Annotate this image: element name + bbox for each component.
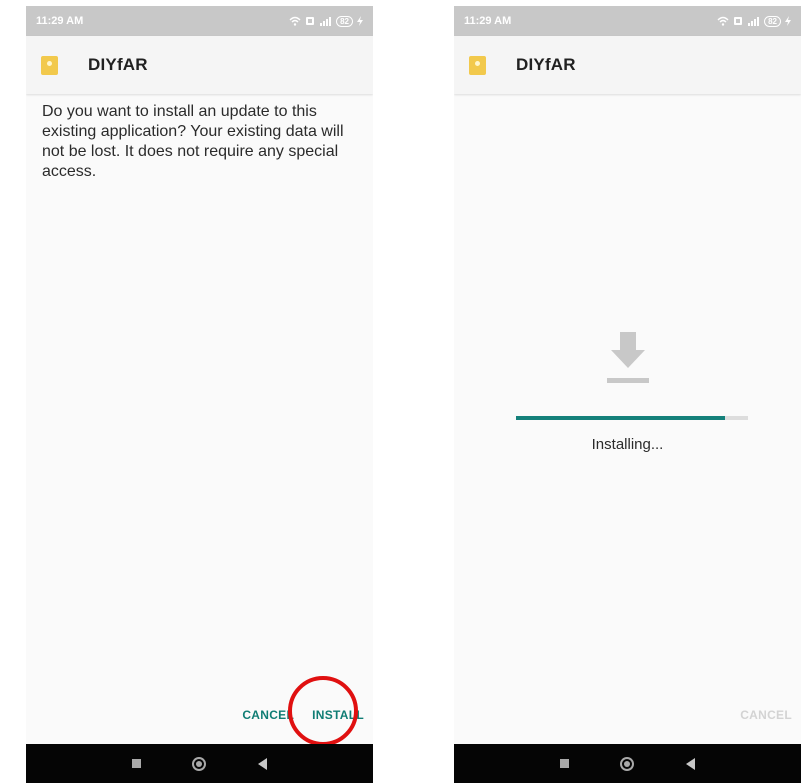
dialog-actions: CANCEL: [731, 700, 801, 730]
navigation-bar: [454, 744, 801, 783]
install-progress-area: [454, 326, 801, 388]
signal-icon: [748, 17, 760, 26]
installing-label: Installing...: [591, 436, 664, 453]
battery-icon: 82: [336, 15, 353, 27]
app-name: DIYfAR: [88, 55, 148, 74]
status-time: 11:29 AM: [464, 15, 512, 27]
install-prompt-screen: 11:29 AM 82 DIYfAR Do you want to instal…: [26, 6, 373, 783]
status-time: 11:29 AM: [36, 15, 84, 27]
cancel-button[interactable]: CANCEL: [731, 702, 801, 728]
app-icon: [469, 55, 486, 75]
install-button[interactable]: INSTALL: [303, 702, 373, 728]
wifi-icon: [289, 16, 301, 26]
dialog-actions: CANCEL INSTALL: [233, 700, 373, 730]
installing-screen: 11:29 AM 82 DIYfAR Installing... CANCEL: [454, 6, 801, 783]
app-header: DIYfAR: [454, 36, 801, 94]
navigation-bar: [26, 744, 373, 783]
status-bar: 11:29 AM 82: [26, 6, 373, 36]
status-bar: 11:29 AM 82: [454, 6, 801, 36]
battery-icon: 82: [764, 15, 781, 27]
nav-recents-icon[interactable]: [559, 759, 569, 768]
wifi-icon: [717, 16, 729, 26]
app-name: DIYfAR: [516, 55, 576, 74]
nav-back-icon[interactable]: [686, 757, 696, 770]
signal-icon: [320, 17, 332, 26]
charging-icon: [785, 16, 791, 26]
status-icons: 82: [289, 15, 363, 27]
sim-icon: [734, 17, 743, 25]
download-icon: [606, 332, 649, 383]
install-progress-bar: [516, 416, 748, 420]
cancel-button[interactable]: CANCEL: [233, 702, 303, 728]
progress-fill: [516, 416, 725, 420]
screenshot-canvas: 11:29 AM 82 DIYfAR Do you want to instal…: [0, 0, 801, 783]
nav-home-icon[interactable]: [192, 756, 207, 771]
nav-back-icon[interactable]: [258, 757, 268, 770]
status-icons: 82: [717, 15, 791, 27]
install-message: Do you want to install an update to this…: [42, 103, 344, 180]
sim-icon: [306, 17, 315, 25]
nav-home-icon[interactable]: [620, 756, 635, 771]
nav-recents-icon[interactable]: [131, 759, 141, 768]
app-icon: [41, 55, 58, 75]
charging-icon: [357, 16, 363, 26]
app-header: DIYfAR: [26, 36, 373, 94]
